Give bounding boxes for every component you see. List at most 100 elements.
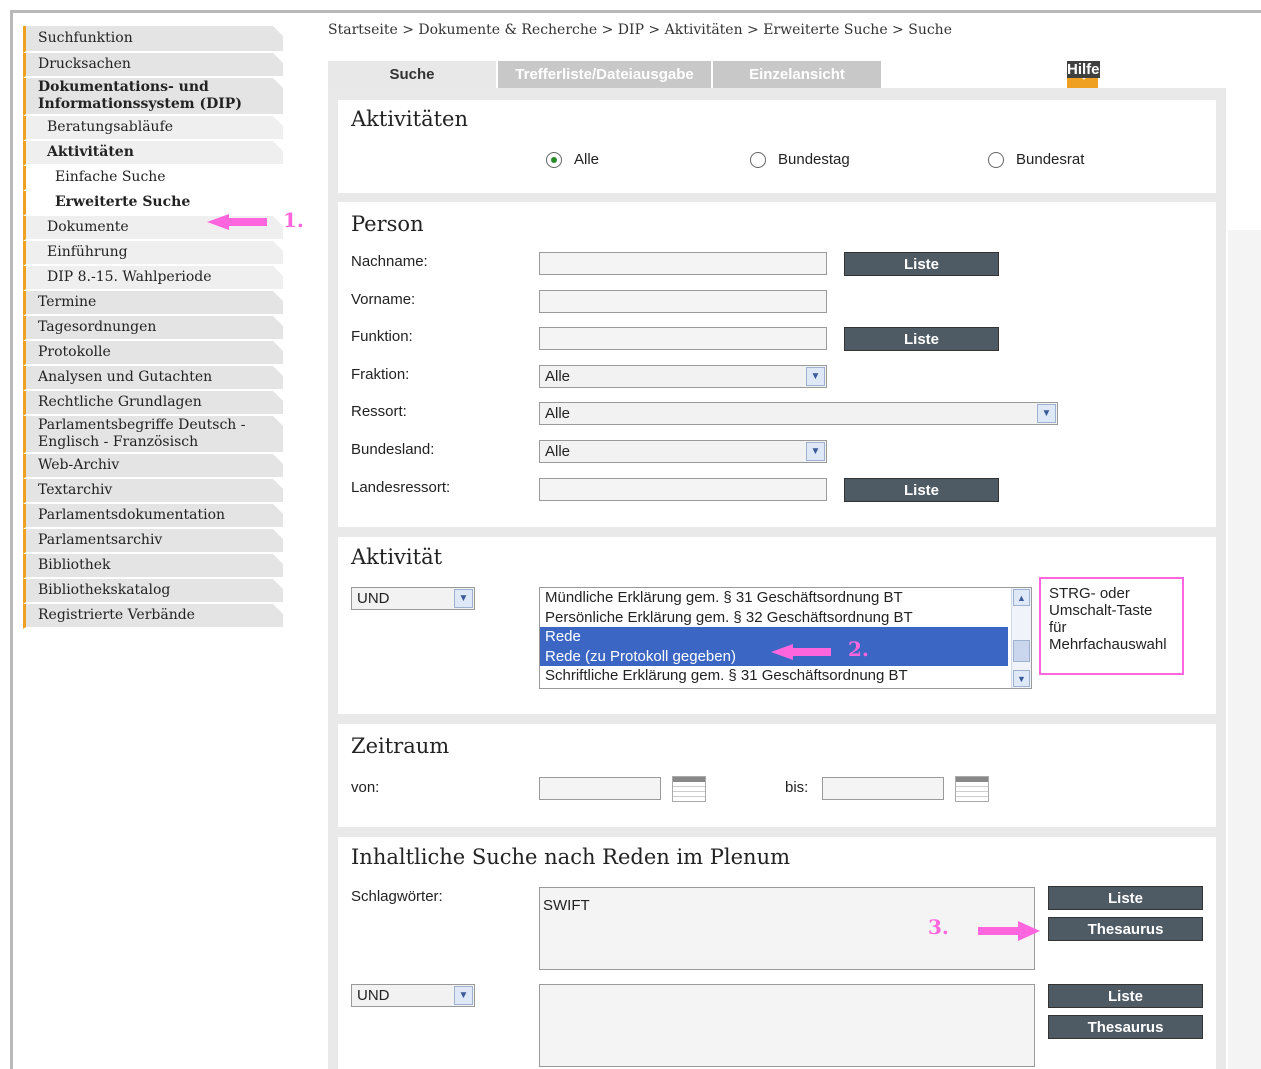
radio-circle: [750, 151, 766, 168]
multiselect-hint: STRG- oder Umschalt-Taste für Mehrfachau…: [1039, 577, 1184, 675]
chevron-down-icon: ▼: [806, 442, 825, 461]
help-button[interactable]: Hilfe ➜: [1067, 61, 1226, 88]
ressort-value: Alle: [545, 405, 571, 422]
bundesland-label: Bundesland:: [351, 441, 435, 458]
sidebar-item-parlamentsarchiv[interactable]: Parlamentsarchiv: [23, 529, 283, 554]
breadcrumb: Startseite > Dokumente & Recherche > DIP…: [328, 22, 952, 38]
panel-inhaltliche-suche: Inhaltliche Suche nach Reden im Plenum S…: [338, 837, 1216, 1069]
sidebar-item-suchfunktion[interactable]: Suchfunktion: [23, 26, 283, 53]
hint-line: für: [1049, 619, 1067, 636]
radio-circle-checked: [546, 151, 562, 168]
radio-alle[interactable]: Alle: [546, 151, 599, 168]
fraktion-label: Fraktion:: [351, 366, 410, 383]
radio-bundestag-label: Bundestag: [778, 151, 850, 168]
vorname-label: Vorname:: [351, 291, 416, 308]
panel-person: Person Nachname: Liste Vorname: Funktion…: [338, 202, 1216, 527]
sidebar-item-einfuehrung[interactable]: Einführung: [23, 241, 283, 266]
sidebar-item-parlamentsdokumentation[interactable]: Parlamentsdokumentation: [23, 504, 283, 529]
annotation-number-1: 1.: [283, 208, 304, 232]
help-label: Hilfe: [1067, 61, 1100, 78]
schlagwoerter-thesaurus-button[interactable]: Thesaurus: [1048, 917, 1203, 941]
listbox-scrollbar[interactable]: ▲ ▼: [1011, 588, 1031, 688]
sidebar-item-drucksachen[interactable]: Drucksachen: [23, 53, 283, 78]
list-item[interactable]: Mündliche Erklärung gem. § 31 Geschäftso…: [540, 588, 1031, 608]
sidebar-item-web-archiv[interactable]: Web-Archiv: [23, 454, 283, 479]
von-label: von:: [351, 779, 380, 796]
radio-bundesrat[interactable]: Bundesrat: [988, 151, 1084, 168]
radio-alle-label: Alle: [574, 151, 600, 168]
chevron-down-icon: ▼: [1037, 404, 1056, 423]
landesressort-liste-button[interactable]: Liste: [844, 478, 999, 502]
sidebar-item-registrierte-verbaende[interactable]: Registrierte Verbände: [23, 604, 283, 629]
operator-value: UND: [357, 590, 390, 607]
operator-value: UND: [357, 987, 390, 1004]
zeitraum-title: Zeitraum: [351, 734, 450, 758]
schlagwoerter-liste-button-2[interactable]: Liste: [1048, 984, 1203, 1008]
funktion-label: Funktion:: [351, 328, 413, 345]
schlagwoerter-thesaurus-button-2[interactable]: Thesaurus: [1048, 1015, 1203, 1039]
sidebar-item-termine[interactable]: Termine: [23, 291, 283, 316]
main-content: Aktivitäten Alle Bundestag Bundesrat Per…: [328, 88, 1226, 1069]
list-item[interactable]: Persönliche Erklärung gem. § 32 Geschäft…: [540, 608, 1031, 628]
panel-aktivitaet: Aktivität UND ▼ Mündliche Erklärung gem. …: [338, 537, 1216, 714]
sidebar-item-bibliothekskatalog[interactable]: Bibliothekskatalog: [23, 579, 283, 604]
sidebar-item-analysen[interactable]: Analysen und Gutachten: [23, 366, 283, 391]
fraktion-select[interactable]: Alle ▼: [539, 365, 827, 388]
radio-bundestag[interactable]: Bundestag: [750, 151, 850, 168]
fraktion-value: Alle: [545, 368, 571, 385]
calendar-icon[interactable]: [672, 776, 706, 802]
calendar-icon[interactable]: [955, 776, 989, 802]
inhalt-title: Inhaltliche Suche nach Reden im Plenum: [351, 845, 791, 869]
nachname-input[interactable]: [539, 252, 827, 275]
bis-label: bis:: [785, 779, 809, 796]
funktion-liste-button[interactable]: Liste: [844, 327, 999, 351]
sidebar-item-erweiterte-suche[interactable]: Erweiterte Suche: [23, 191, 283, 216]
inhalt-operator-select[interactable]: UND ▼: [351, 984, 475, 1007]
bundesland-value: Alle: [545, 443, 571, 460]
nachname-liste-button[interactable]: Liste: [844, 252, 999, 276]
sidebar-item-parlamentsbegriffe[interactable]: Parlamentsbegriffe Deutsch - Englisch - …: [23, 416, 283, 454]
sidebar-nav: Suchfunktion Drucksachen Dokumentations-…: [23, 26, 283, 629]
annotation-arrow-3: [978, 921, 1040, 941]
tab-bar: Suche Trefferliste/Dateiausgabe Einzelan…: [328, 61, 883, 88]
sidebar-item-textarchiv[interactable]: Textarchiv: [23, 479, 283, 504]
schlagwoerter-label: Schlagwörter:: [351, 888, 443, 905]
sidebar-item-dip-wahlperiode[interactable]: DIP 8.-15. Wahlperiode: [23, 266, 283, 291]
bundesland-select[interactable]: Alle ▼: [539, 440, 827, 463]
tab-trefferliste[interactable]: Trefferliste/Dateiausgabe: [498, 61, 711, 88]
nachname-label: Nachname:: [351, 253, 428, 270]
sidebar-item-einfache-suche[interactable]: Einfache Suche: [23, 166, 283, 191]
scrollbar-thumb[interactable]: [1013, 640, 1030, 662]
list-item[interactable]: Schriftliche Erklärung gem. § 31 Geschäf…: [540, 666, 1031, 686]
sidebar-item-protokolle[interactable]: Protokolle: [23, 341, 283, 366]
tab-einzelansicht[interactable]: Einzelansicht: [713, 61, 881, 88]
annotation-arrow-1: [207, 214, 267, 230]
annotation-arrow-2: [771, 644, 831, 660]
funktion-input[interactable]: [539, 327, 827, 350]
schlagwoerter-textarea[interactable]: SWIFT: [539, 887, 1035, 970]
panel-aktivitaeten: Aktivitäten Alle Bundestag Bundesrat: [338, 100, 1216, 193]
sidebar-item-dip[interactable]: Dokumentations- und Informationssystem (…: [23, 78, 283, 116]
schlagwoerter-liste-button[interactable]: Liste: [1048, 886, 1203, 910]
chevron-down-icon[interactable]: ▼: [1013, 670, 1030, 687]
radio-bundesrat-label: Bundesrat: [1016, 151, 1085, 168]
hint-line: Umschalt-Taste: [1049, 602, 1153, 619]
aktivitaet-operator-select[interactable]: UND ▼: [351, 587, 475, 610]
landesressort-input[interactable]: [539, 478, 827, 501]
schlagwoerter-textarea-2[interactable]: [539, 984, 1035, 1067]
ressort-select[interactable]: Alle ▼: [539, 402, 1058, 425]
chevron-up-icon[interactable]: ▲: [1013, 589, 1030, 606]
radio-circle: [988, 151, 1004, 168]
bis-input[interactable]: [822, 777, 944, 800]
sidebar-item-aktivitaeten[interactable]: Aktivitäten: [23, 141, 283, 166]
sidebar-item-beratungsablaeufe[interactable]: Beratungsabläufe: [23, 116, 283, 141]
ressort-label: Ressort:: [351, 403, 407, 420]
vorname-input[interactable]: [539, 290, 827, 313]
tab-suche[interactable]: Suche: [328, 61, 496, 88]
sidebar-item-bibliothek[interactable]: Bibliothek: [23, 554, 283, 579]
aktivitaet-listbox[interactable]: Mündliche Erklärung gem. § 31 Geschäftso…: [539, 587, 1032, 689]
von-input[interactable]: [539, 777, 661, 800]
person-title: Person: [351, 212, 424, 236]
sidebar-item-rechtliche-grundlagen[interactable]: Rechtliche Grundlagen: [23, 391, 283, 416]
sidebar-item-tagesordnungen[interactable]: Tagesordnungen: [23, 316, 283, 341]
